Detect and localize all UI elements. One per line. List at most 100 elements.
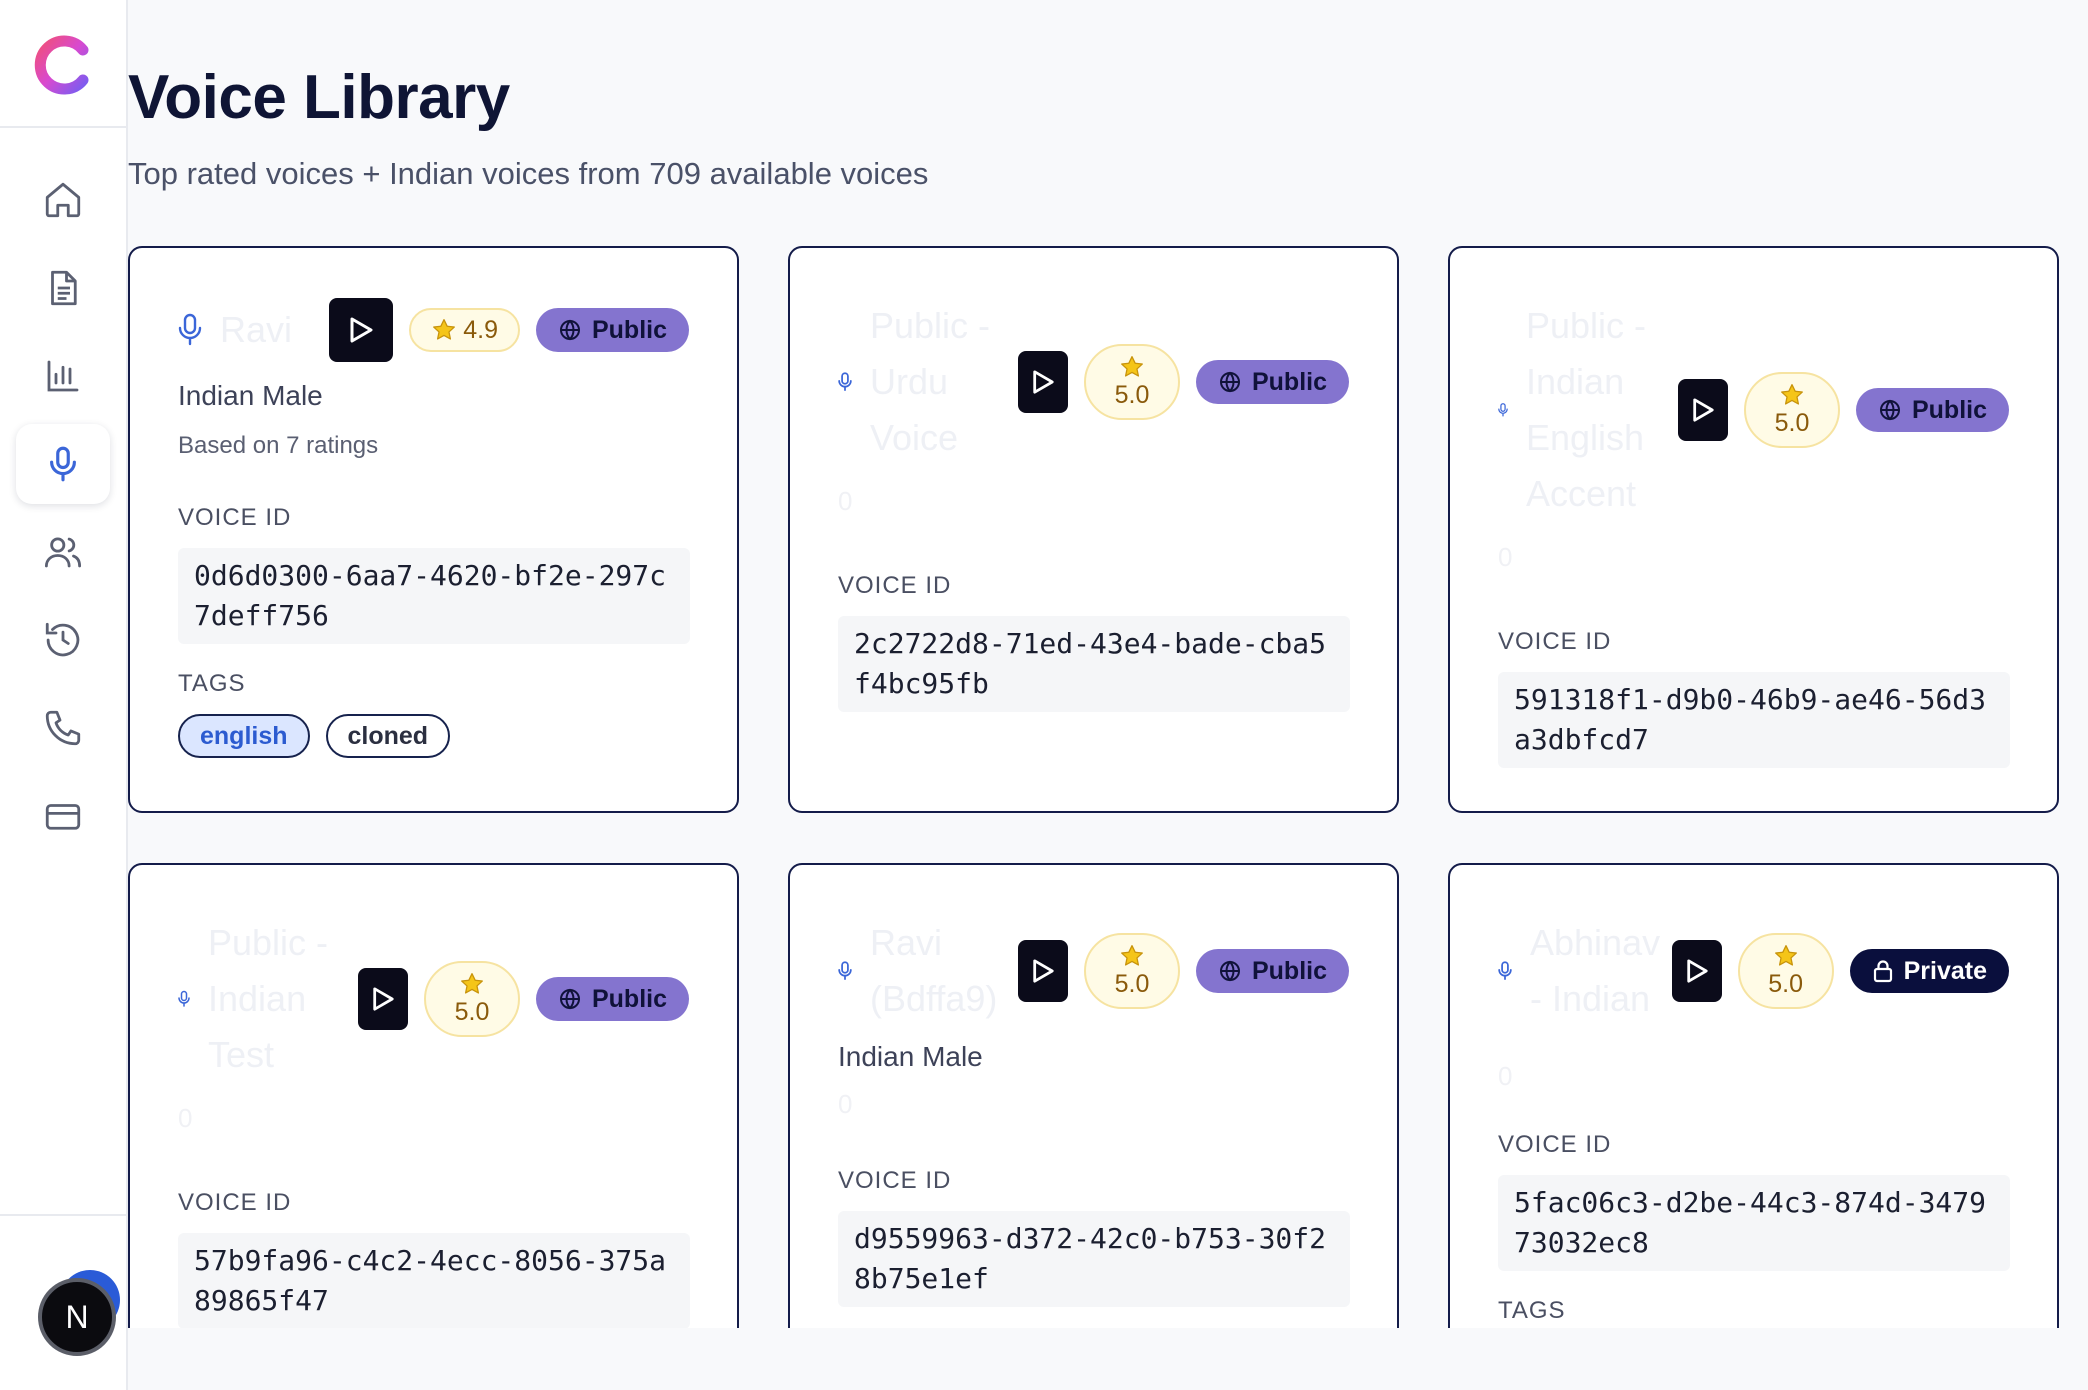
rating-badge: 5.0 <box>1743 372 1840 448</box>
user-initial: N <box>65 1298 89 1335</box>
voice-card[interactable]: Ravi 4.9 Public Indian Male Based on 7 r… <box>128 246 739 813</box>
rating-value: 5.0 <box>454 998 490 1026</box>
voice-card[interactable]: Ravi (Bdffa9) 5.0 Public Indian Male 0 V… <box>788 863 1399 1328</box>
document-icon <box>51 270 77 306</box>
phone-icon <box>45 710 81 746</box>
voice-id-label: VOICE ID <box>178 504 292 531</box>
credit-card-icon <box>45 804 81 830</box>
voice-id-value[interactable]: d9559963-d372-42c0-b753-30f28b75e1ef <box>838 1211 1350 1307</box>
sidebar: N <box>0 0 128 1390</box>
voice-card[interactable]: Abhinav - Indian 5.0 Private 0 VOICE ID … <box>1448 863 2059 1328</box>
visibility-label: Public <box>591 984 667 1013</box>
usage-count: 0 <box>838 1089 853 1119</box>
microphone-icon <box>838 372 852 392</box>
visibility-badge: Private <box>1849 949 2009 993</box>
rating-value: 4.9 <box>463 315 498 344</box>
play-button[interactable] <box>1017 940 1068 1002</box>
user-avatar[interactable]: N <box>38 1278 116 1356</box>
visibility-badge: Public <box>1855 388 2009 432</box>
voice-card-header: Public - Indian English Accent 5.0 Publi… <box>1498 298 2009 522</box>
star-icon <box>461 973 483 994</box>
play-button[interactable] <box>329 298 394 362</box>
history-icon <box>45 622 80 657</box>
users-icon <box>44 537 82 568</box>
sidebar-item-history[interactable] <box>16 600 110 680</box>
voice-id-value[interactable]: 0d6d0300-6aa7-4620-bf2e-297c7deff756 <box>178 548 690 644</box>
microphone-icon <box>1498 403 1508 417</box>
rating-value: 5.0 <box>1114 970 1150 998</box>
voice-name-line: Abhinav <box>1530 922 1661 963</box>
lock-icon <box>1873 960 1892 983</box>
star-icon <box>1121 356 1143 377</box>
voice-id-value[interactable]: 591318f1-d9b0-46b9-ae46-56d3a3dbfcd7 <box>1498 672 2010 768</box>
voice-name-line: Voice <box>870 417 959 458</box>
sidebar-item-users[interactable] <box>16 512 110 592</box>
voice-name-line: Indian <box>208 978 307 1019</box>
play-button[interactable] <box>1017 351 1068 413</box>
rating-badge: 4.9 <box>409 308 520 352</box>
play-button[interactable] <box>1677 379 1728 441</box>
sidebar-item-documents[interactable] <box>16 248 110 328</box>
sidebar-item-home[interactable] <box>16 160 110 240</box>
voice-id-label: VOICE ID <box>838 572 952 599</box>
voice-name-line: Indian <box>1526 361 1625 402</box>
voice-card[interactable]: Public - Urdu Voice 5.0 Public 0 VOICE I… <box>788 246 1399 813</box>
voice-id-value[interactable]: 5fac06c3-d2be-44c3-874d-347973032ec8 <box>1498 1175 2010 1271</box>
visibility-badge: Public <box>535 977 689 1021</box>
tag[interactable]: english <box>178 714 310 758</box>
visibility-badge: Public <box>1195 949 1349 993</box>
globe-icon <box>1879 399 1900 421</box>
page-subtitle: Top rated voices + Indian voices from 70… <box>128 156 929 191</box>
voice-card[interactable]: Public - Indian Test 5.0 Public 0 VOICE … <box>128 863 739 1328</box>
globe-icon <box>1219 960 1240 982</box>
rating-badge: 5.0 <box>1083 933 1180 1009</box>
sidebar-item-billing[interactable] <box>16 776 110 856</box>
bar-chart-icon <box>47 360 79 392</box>
voice-id-label: VOICE ID <box>1498 1131 1612 1158</box>
voice-card[interactable]: Public - Indian English Accent 5.0 Publi… <box>1448 246 2059 813</box>
usage-count: 0 <box>1498 542 1513 572</box>
voice-id-label: VOICE ID <box>1498 628 1612 655</box>
play-icon <box>1693 398 1714 422</box>
play-button[interactable] <box>357 968 408 1030</box>
voice-id-value[interactable]: 2c2722d8-71ed-43e4-bade-cba5f4bc95fb <box>838 616 1350 712</box>
visibility-badge: Public <box>1195 360 1349 404</box>
sidebar-item-analytics[interactable] <box>16 336 110 416</box>
star-icon <box>1781 384 1803 405</box>
voice-name-line: Ravi <box>870 922 943 963</box>
voice-name-line: Public - <box>208 922 329 963</box>
voice-id-value[interactable]: 57b9fa96-c4c2-4ecc-8056-375a89865f47 <box>178 1233 690 1328</box>
visibility-label: Public <box>591 315 667 344</box>
star-icon <box>1774 945 1797 966</box>
visibility-label: Public <box>1251 956 1327 985</box>
voice-name: Public - Indian Test <box>208 915 358 1083</box>
star-icon <box>433 319 456 340</box>
voice-id-label: VOICE ID <box>838 1167 952 1194</box>
page-title: Voice Library <box>128 63 510 132</box>
app-logo-icon[interactable] <box>33 34 95 96</box>
rating-badge: 5.0 <box>423 961 520 1037</box>
voice-name-line: Accent <box>1526 473 1637 514</box>
voice-name-line: Test <box>208 1034 275 1075</box>
play-icon <box>1033 959 1054 983</box>
rating-badge: 5.0 <box>1737 933 1834 1009</box>
sidebar-item-voices[interactable] <box>16 424 110 504</box>
sidebar-item-calls[interactable] <box>16 688 110 768</box>
play-icon <box>350 317 373 343</box>
microphone-icon <box>1498 961 1512 981</box>
voice-card-header: Ravi 4.9 Public <box>178 298 689 362</box>
microphone-icon <box>838 961 852 981</box>
voice-id-label: VOICE ID <box>178 1189 292 1216</box>
voice-name: Public - Indian English Accent <box>1526 298 1678 522</box>
sidebar-divider <box>0 126 126 128</box>
tag[interactable]: cloned <box>325 714 451 758</box>
play-icon <box>1686 959 1708 983</box>
play-button[interactable] <box>1671 940 1722 1002</box>
star-icon <box>1121 945 1143 966</box>
voice-name-line: - Indian <box>1530 978 1651 1019</box>
tags-label: TAGS <box>1498 1297 1566 1324</box>
usage-count: 0 <box>1498 1061 1513 1091</box>
rating-value: 5.0 <box>1774 409 1810 437</box>
voice-name: Public - Urdu Voice <box>870 298 1018 466</box>
sidebar-divider <box>0 1214 126 1216</box>
